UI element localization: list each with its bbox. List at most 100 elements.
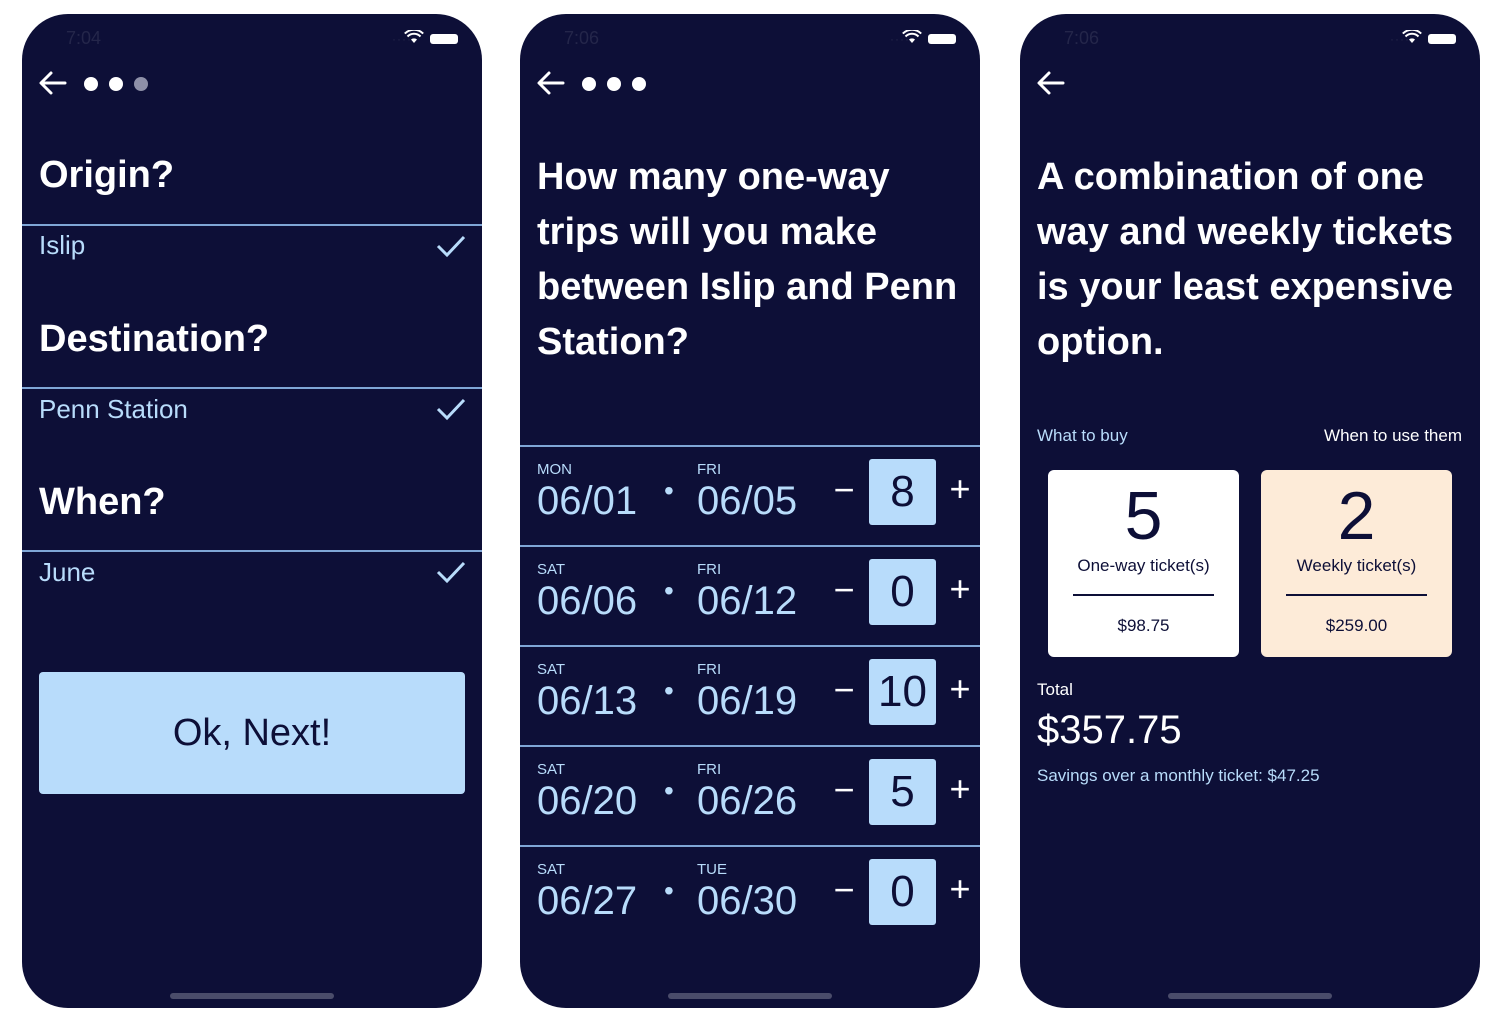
when-to-use-link[interactable]: When to use them: [1324, 426, 1462, 446]
origin-answer[interactable]: Islip: [39, 230, 85, 261]
battery-icon: [430, 34, 458, 44]
ticket-label: Weekly ticket(s): [1296, 556, 1417, 575]
wifi-icon: [404, 30, 424, 43]
divider: [22, 387, 482, 389]
start-day: SAT: [537, 861, 566, 878]
status-bar: 7:06 ····: [520, 28, 980, 54]
next-button[interactable]: Ok, Next!: [39, 672, 465, 794]
progress-dot: [607, 77, 621, 91]
trip-count[interactable]: 0: [869, 559, 936, 625]
divider: [22, 550, 482, 552]
date-separator: •: [664, 475, 674, 506]
status-time: 7:06: [564, 28, 600, 48]
status-time: 7:06: [1064, 28, 1100, 48]
end-date: 06/26: [697, 779, 798, 823]
ticket-count: 5: [1124, 478, 1163, 554]
progress-dot: [109, 77, 123, 91]
ticket-price: $259.00: [1325, 616, 1388, 635]
start-day: SAT: [537, 661, 566, 678]
increment-button[interactable]: +: [946, 471, 974, 507]
end-day: FRI: [697, 661, 722, 678]
card-divider: [1286, 594, 1427, 596]
progress-dot: [582, 77, 596, 91]
ticket-label: One-way ticket(s): [1077, 556, 1210, 575]
trips-question: How many one-way trips will you make bet…: [537, 156, 958, 363]
start-date: 06/27: [537, 879, 638, 923]
trip-count[interactable]: 0: [869, 859, 936, 925]
increment-button[interactable]: +: [946, 671, 974, 707]
status-time: 7:04: [66, 28, 102, 48]
back-arrow-icon[interactable]: [536, 68, 566, 98]
increment-button[interactable]: +: [946, 771, 974, 807]
decrement-button[interactable]: −: [830, 472, 858, 508]
decrement-button[interactable]: −: [830, 872, 858, 908]
screen-trip-details: 7:04 ···· Origin? Islip Destination? Pen…: [22, 14, 482, 1008]
one-way-ticket-card[interactable]: 5 One-way ticket(s) $98.75: [1048, 470, 1239, 657]
home-indicator[interactable]: [1168, 993, 1332, 999]
decrement-button[interactable]: −: [830, 772, 858, 808]
savings-text: Savings over a monthly ticket: $47.25: [1037, 766, 1320, 785]
trip-count[interactable]: 5: [869, 759, 936, 825]
end-day: FRI: [697, 561, 722, 578]
weekly-ticket-card[interactable]: 2 Weekly ticket(s) $259.00: [1261, 470, 1452, 657]
wifi-icon: [902, 30, 922, 43]
progress-dots: [582, 77, 646, 91]
destination-answer[interactable]: Penn Station: [39, 394, 188, 425]
end-date: 06/05: [697, 479, 798, 523]
start-date: 06/01: [537, 479, 638, 523]
checkmark-icon: [436, 561, 466, 584]
increment-button[interactable]: +: [946, 871, 974, 907]
what-to-buy-label: What to buy: [1037, 426, 1128, 445]
back-arrow-icon[interactable]: [38, 68, 68, 98]
progress-dot: [84, 77, 98, 91]
home-indicator[interactable]: [668, 993, 832, 999]
status-bar: 7:04 ····: [22, 28, 482, 54]
decrement-button[interactable]: −: [830, 572, 858, 608]
start-date: 06/20: [537, 779, 638, 823]
end-date: 06/30: [697, 879, 798, 923]
progress-dot: [632, 77, 646, 91]
date-separator: •: [664, 675, 674, 706]
week-row: SAT 06/06 • FRI 06/12 − 0 +: [520, 545, 980, 645]
trip-count[interactable]: 8: [869, 459, 936, 525]
date-separator: •: [664, 875, 674, 906]
week-row: MON 06/01 • FRI 06/05 − 8 +: [520, 445, 980, 545]
recommendation-headline: A combination of one way and weekly tick…: [1037, 156, 1454, 363]
screen-recommendation: 7:06 ···· A combination of one way and w…: [1020, 14, 1480, 1008]
checkmark-icon: [436, 235, 466, 258]
progress-dot: [134, 77, 148, 91]
status-bar: 7:06 ····: [1020, 28, 1480, 54]
battery-icon: [928, 34, 956, 44]
week-row: SAT 06/27 • TUE 06/30 − 0 +: [520, 845, 980, 945]
start-day: SAT: [537, 761, 566, 778]
end-date: 06/19: [697, 679, 798, 723]
checkmark-icon: [436, 398, 466, 421]
progress-dots: [84, 77, 148, 91]
ticket-price: $98.75: [1117, 616, 1170, 635]
trip-count[interactable]: 10: [869, 659, 936, 725]
battery-icon: [1428, 34, 1456, 44]
ticket-count: 2: [1337, 478, 1376, 554]
decrement-button[interactable]: −: [830, 672, 858, 708]
start-day: SAT: [537, 561, 566, 578]
home-indicator[interactable]: [170, 993, 334, 999]
when-answer[interactable]: June: [39, 557, 95, 588]
divider: [22, 224, 482, 226]
start-day: MON: [537, 461, 572, 478]
back-arrow-icon[interactable]: [1036, 68, 1066, 98]
when-question: When?: [39, 481, 166, 523]
end-day: FRI: [697, 761, 722, 778]
date-separator: •: [664, 575, 674, 606]
increment-button[interactable]: +: [946, 571, 974, 607]
week-row: SAT 06/20 • FRI 06/26 − 5 +: [520, 745, 980, 845]
card-divider: [1073, 594, 1214, 596]
destination-question: Destination?: [39, 318, 270, 360]
end-day: FRI: [697, 461, 722, 478]
total-value: $357.75: [1037, 708, 1182, 752]
screen-trip-counts: 7:06 ···· How many one-way trips will yo…: [520, 14, 980, 1008]
end-date: 06/12: [697, 579, 798, 623]
start-date: 06/13: [537, 679, 638, 723]
wifi-icon: [1402, 30, 1422, 43]
week-row: SAT 06/13 • FRI 06/19 − 10 +: [520, 645, 980, 745]
date-separator: •: [664, 775, 674, 806]
